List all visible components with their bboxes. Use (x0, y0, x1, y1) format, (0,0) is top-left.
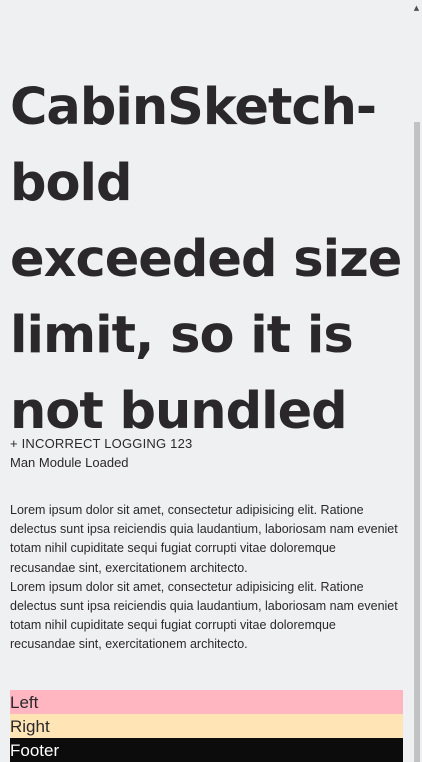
lorem-paragraph: Lorem ipsum dolor sit amet, consectetur … (10, 503, 398, 575)
page-content: CabinSketch-bold exceeded size limit, so… (0, 0, 413, 762)
scrollbar-thumb[interactable] (414, 122, 420, 762)
vertical-scrollbar[interactable]: ▲ (413, 0, 422, 762)
log-block: + INCORRECT LOGGING 123 Man Module Loade… (10, 434, 410, 472)
right-bar: Right (10, 714, 403, 738)
scroll-up-arrow-icon[interactable]: ▲ (413, 4, 420, 12)
footer-bar: Footer (10, 738, 403, 762)
hero-title: CabinSketch-bold exceeded size limit, so… (10, 78, 402, 441)
left-bar: Left (10, 690, 403, 714)
log-status: Man Module Loaded (10, 455, 129, 470)
log-title: + INCORRECT LOGGING 123 (10, 436, 193, 451)
lorem-text: Lorem ipsum dolor sit amet, consectetur … (10, 501, 403, 655)
lorem-paragraph: Lorem ipsum dolor sit amet, consectetur … (10, 579, 398, 652)
